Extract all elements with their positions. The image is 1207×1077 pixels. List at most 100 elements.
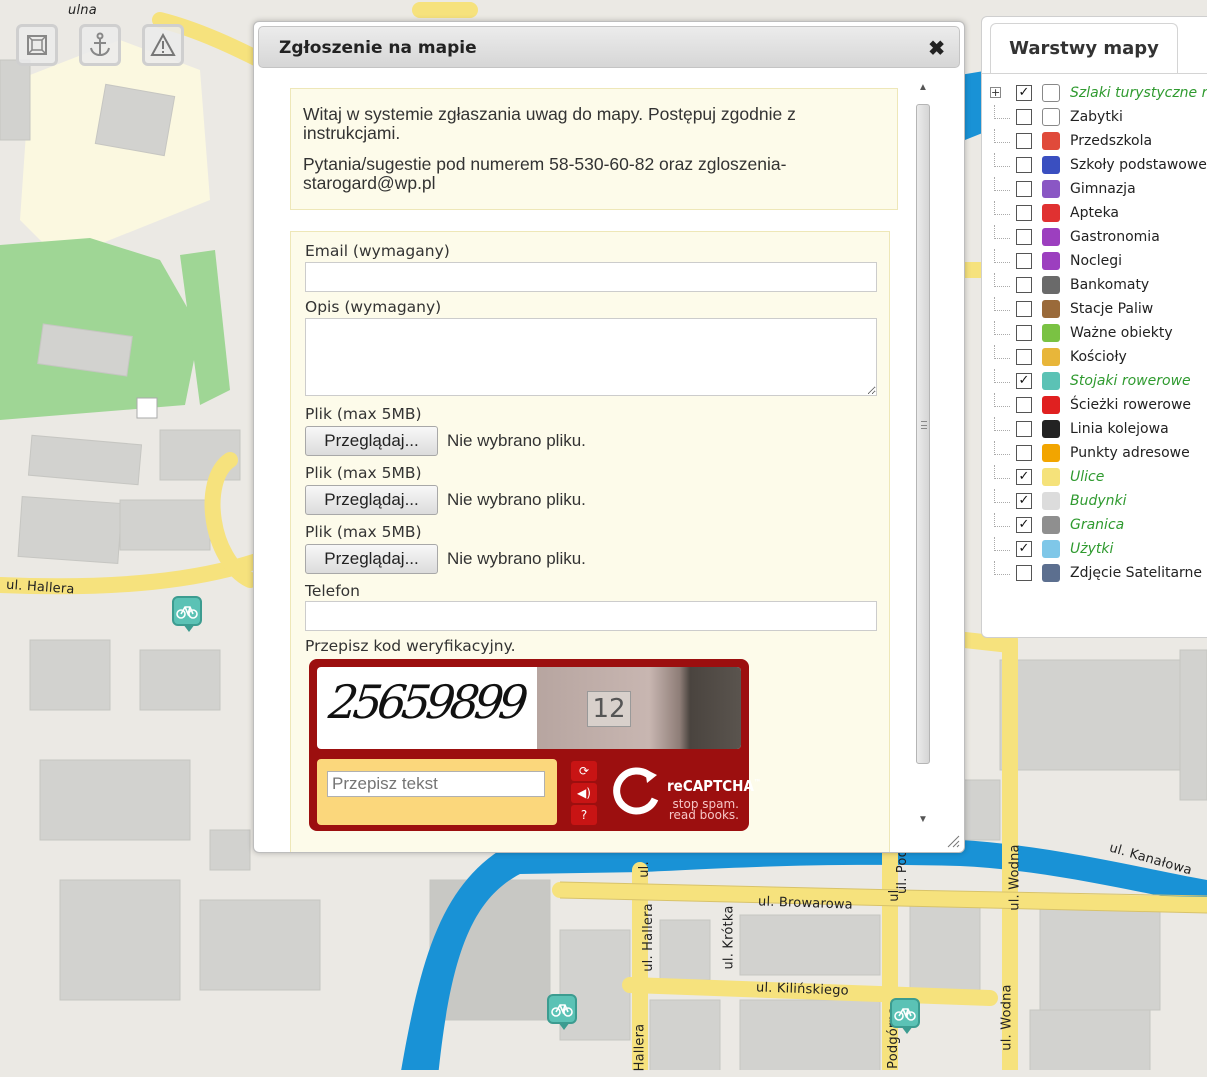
browse-file-button[interactable]: Przeglądaj... <box>305 426 438 456</box>
satellite-icon <box>1042 564 1060 582</box>
recaptcha-logo: reCAPTCHA™ stop spam. read books. <box>611 763 761 825</box>
dialog-titlebar[interactable]: Zgłoszenie na mapie ✖ <box>258 26 960 68</box>
railway-icon <box>1042 420 1060 438</box>
layer-checkbox[interactable]: ✓ <box>1016 541 1032 557</box>
layer-checkbox[interactable] <box>1016 421 1032 437</box>
file-status: Nie wybrano pliku. <box>447 490 586 509</box>
captcha-input[interactable] <box>327 771 545 797</box>
tab-map-layers[interactable]: Warstwy mapy <box>990 23 1178 73</box>
browse-file-button[interactable]: Przeglądaj... <box>305 485 438 515</box>
layer-label: Budynki <box>1070 493 1127 509</box>
layer-checkbox[interactable]: ✓ <box>1016 493 1032 509</box>
contact-text: Pytania/sugestie pod numerem 58-530-60-8… <box>303 154 787 193</box>
layer-item[interactable]: Ścieżki rowerowe <box>990 393 1207 417</box>
layer-item[interactable]: Stacje Paliw <box>990 297 1207 321</box>
warning-icon <box>150 33 176 56</box>
info-box: Witaj w systemie zgłaszania uwag do mapy… <box>290 88 898 210</box>
layer-checkbox[interactable] <box>1016 229 1032 245</box>
layer-checkbox[interactable] <box>1016 205 1032 221</box>
layer-item[interactable]: Zdjęcie Satelitarne <box>990 561 1207 585</box>
layer-item[interactable]: Punkty adresowe <box>990 441 1207 465</box>
layer-checkbox[interactable] <box>1016 325 1032 341</box>
anchor-button[interactable] <box>79 24 121 66</box>
dialog-scrollbar[interactable]: ▲ ▼ <box>912 78 934 830</box>
landmark-icon <box>1042 324 1060 342</box>
layer-checkbox[interactable] <box>1016 109 1032 125</box>
close-icon[interactable]: ✖ <box>928 36 945 61</box>
layer-label: Gastronomia <box>1070 229 1160 245</box>
street-label: ul. Hallera <box>640 903 656 972</box>
layer-label: Punkty adresowe <box>1070 445 1190 461</box>
report-button[interactable] <box>142 24 184 66</box>
resize-handle[interactable] <box>946 834 960 848</box>
layer-checkbox[interactable] <box>1016 181 1032 197</box>
layer-item[interactable]: ✓ Użytki <box>990 537 1207 561</box>
browse-file-button[interactable]: Przeglądaj... <box>305 544 438 574</box>
building-icon <box>1042 492 1060 510</box>
layer-label: Zdjęcie Satelitarne <box>1070 565 1203 581</box>
bike-stand-marker[interactable] <box>890 998 920 1034</box>
audio-icon[interactable]: ◀) <box>571 783 597 803</box>
layer-item[interactable]: Przedszkola <box>990 129 1207 153</box>
street-label: ul. Krótka <box>721 905 737 970</box>
tree-guide <box>994 441 1010 455</box>
report-form: Email (wymagany) Opis (wymagany) Plik (m… <box>290 231 890 852</box>
document-icon <box>1042 108 1060 126</box>
layer-checkbox[interactable] <box>1016 157 1032 173</box>
folder-icon <box>1042 84 1060 102</box>
street-label: ul. Kilińskiego <box>755 980 850 999</box>
layer-item[interactable]: Noclegi <box>990 249 1207 273</box>
layer-item[interactable]: Gimnazja <box>990 177 1207 201</box>
recaptcha-tagline: stop spam. read books. <box>668 797 739 822</box>
layer-item[interactable]: + ✓ Szlaki turystyczne ro <box>990 81 1207 105</box>
layer-label: Ścieżki rowerowe <box>1070 397 1192 413</box>
layer-item[interactable]: Ważne obiekty <box>990 321 1207 345</box>
layer-checkbox[interactable] <box>1016 277 1032 293</box>
expand-icon[interactable]: + <box>990 87 1001 98</box>
phone-field[interactable] <box>305 601 877 631</box>
tree-guide <box>994 489 1010 503</box>
layer-checkbox[interactable] <box>1016 445 1032 461</box>
layer-checkbox[interactable]: ✓ <box>1016 469 1032 485</box>
scroll-up-arrow[interactable]: ▲ <box>918 82 928 93</box>
layer-item[interactable]: ✓ Granica <box>990 513 1207 537</box>
refresh-icon[interactable]: ⟳ <box>571 761 597 781</box>
layer-item[interactable]: Kościoły <box>990 345 1207 369</box>
bike-stand-marker[interactable] <box>172 596 202 632</box>
layer-item[interactable]: ✓ Ulice <box>990 465 1207 489</box>
layer-item[interactable]: Linia kolejowa <box>990 417 1207 441</box>
description-field[interactable] <box>305 318 877 396</box>
layer-item[interactable]: ✓ Stojaki rowerowe <box>990 369 1207 393</box>
layer-item[interactable]: Apteka <box>990 201 1207 225</box>
layer-checkbox[interactable] <box>1016 565 1032 581</box>
layer-checkbox[interactable]: ✓ <box>1016 517 1032 533</box>
layer-checkbox[interactable]: ✓ <box>1016 85 1032 101</box>
tree-guide <box>994 249 1010 263</box>
help-icon[interactable]: ? <box>571 805 597 825</box>
layer-item[interactable]: Zabytki <box>990 105 1207 129</box>
tree-guide <box>994 537 1010 551</box>
layer-checkbox[interactable] <box>1016 301 1032 317</box>
layer-checkbox[interactable] <box>1016 397 1032 413</box>
layer-label: Zabytki <box>1070 109 1123 125</box>
layer-label: Ważne obiekty <box>1070 325 1173 341</box>
layer-item[interactable]: ✓ Budynki <box>990 489 1207 513</box>
bike-stand-marker[interactable] <box>547 994 577 1030</box>
layer-checkbox[interactable]: ✓ <box>1016 373 1032 389</box>
tree-guide <box>994 393 1010 407</box>
layer-label: Gimnazja <box>1070 181 1136 197</box>
layer-item[interactable]: Bankomaty <box>990 273 1207 297</box>
zoom-extent-button[interactable] <box>16 24 58 66</box>
scroll-down-arrow[interactable]: ▼ <box>918 814 928 825</box>
scroll-thumb[interactable] <box>916 104 930 764</box>
tree-guide <box>994 417 1010 431</box>
layer-item[interactable]: Gastronomia <box>990 225 1207 249</box>
email-field[interactable] <box>305 262 877 292</box>
layer-checkbox[interactable] <box>1016 133 1032 149</box>
layer-checkbox[interactable] <box>1016 349 1032 365</box>
email-label: Email (wymagany) <box>305 242 450 260</box>
layer-item[interactable]: Szkoły podstawowe <box>990 153 1207 177</box>
kindergarten-icon <box>1042 132 1060 150</box>
layer-checkbox[interactable] <box>1016 253 1032 269</box>
tree-guide <box>994 369 1010 383</box>
